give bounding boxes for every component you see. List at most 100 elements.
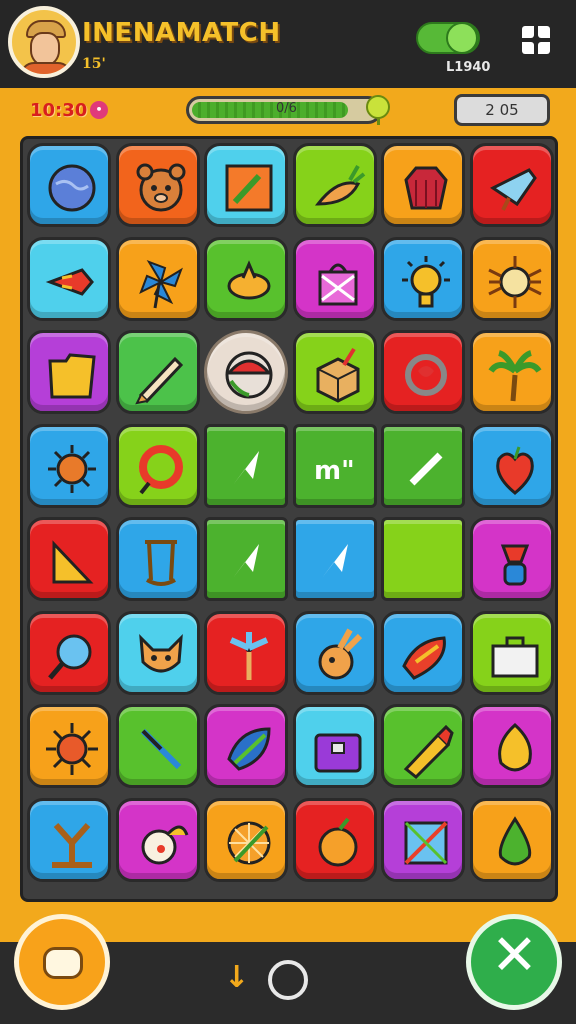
- tile-ring[interactable]: [381, 330, 465, 414]
- tile-clown[interactable]: [115, 797, 200, 882]
- heart-fruit-icon: [495, 446, 534, 495]
- tile-blue-crystal[interactable]: [469, 143, 554, 227]
- kite-icon: [404, 821, 448, 864]
- ring-icon[interactable]: [268, 960, 308, 1000]
- magnifier-icon: [48, 634, 92, 680]
- catapult-icon: [52, 822, 92, 868]
- tile-carrot[interactable]: [292, 143, 377, 227]
- avatar-face: [30, 32, 60, 66]
- green-drop-icon: [498, 815, 531, 865]
- tile-orange-slice[interactable]: [204, 797, 288, 882]
- tile-ball[interactable]: [204, 330, 288, 414]
- tile-magnifier[interactable]: [27, 610, 111, 695]
- apple-icon: [318, 817, 357, 866]
- chili-icon: [402, 635, 446, 680]
- sound-toggle[interactable]: [416, 22, 480, 54]
- ball-icon: [225, 351, 273, 399]
- arrow-c-icon: [321, 544, 348, 578]
- tile-text-tile[interactable]: m": [292, 423, 377, 508]
- coin-count: L1940: [446, 60, 491, 75]
- tile-lifebuoy[interactable]: [115, 423, 200, 508]
- gift-bag-icon: [318, 263, 357, 305]
- tile-green-drop[interactable]: [469, 797, 554, 882]
- tile-picture-frame[interactable]: [204, 143, 288, 227]
- orange-slice-icon: [227, 821, 271, 864]
- tile-sun-star[interactable]: [27, 704, 111, 788]
- tile-heart-fruit[interactable]: [469, 423, 554, 508]
- tile-chili[interactable]: [381, 610, 465, 695]
- tile-kite[interactable]: [381, 797, 465, 882]
- globe-icon: [48, 164, 96, 212]
- tile-folder[interactable]: [27, 330, 111, 414]
- sun-star-icon: [46, 723, 98, 775]
- lemon-icon: [497, 722, 532, 772]
- score-box: 2 05: [454, 94, 550, 126]
- slash-tile-icon: [409, 452, 443, 485]
- tile-pencil[interactable]: [115, 330, 200, 414]
- game-title: INENAMATCH: [82, 18, 281, 48]
- picture-frame-icon: [225, 164, 273, 212]
- menu-icon[interactable]: [516, 20, 556, 60]
- tile-sun-face[interactable]: [381, 236, 465, 321]
- tile-crayon[interactable]: [381, 704, 465, 788]
- tile-palm-tree[interactable]: [469, 330, 554, 414]
- tile-fox-face[interactable]: [115, 610, 200, 695]
- sun-badge-icon: [48, 444, 96, 493]
- tile-bunny[interactable]: [292, 610, 377, 695]
- crayon-icon: [403, 724, 454, 779]
- briefcase-icon: [491, 636, 538, 677]
- cheese-icon: [52, 540, 94, 584]
- fan-icon: [229, 631, 269, 680]
- close-button[interactable]: ✕: [466, 914, 562, 1010]
- svg-text:m": m": [314, 456, 355, 486]
- pinwheel-icon: [138, 259, 183, 308]
- tile-box[interactable]: [292, 330, 377, 414]
- tile-bug[interactable]: [469, 236, 554, 321]
- rocket-icon: [45, 267, 94, 296]
- red-gem-icon: [404, 166, 448, 210]
- blue-crystal-icon: [489, 168, 537, 211]
- tile-arrow-c[interactable]: [292, 517, 377, 601]
- tile-sun-badge[interactable]: [27, 423, 111, 508]
- game-board: m": [20, 136, 558, 902]
- ring-icon: [405, 354, 447, 396]
- tile-fan[interactable]: [204, 610, 288, 695]
- tile-red-gem[interactable]: [381, 143, 465, 227]
- tile-bird[interactable]: [204, 236, 288, 321]
- player-avatar[interactable]: [8, 6, 80, 78]
- swing-icon: [144, 540, 177, 586]
- tile-pinwheel[interactable]: [115, 236, 200, 321]
- bear-face-icon: [136, 163, 185, 212]
- tile-lamp[interactable]: [469, 517, 554, 601]
- tile-briefcase[interactable]: [469, 610, 554, 695]
- tile-bag[interactable]: [292, 704, 377, 788]
- tile-globe[interactable]: [27, 143, 111, 227]
- tile-arrow-b[interactable]: [204, 517, 288, 601]
- folder-icon: [48, 353, 96, 399]
- tile-arrow-a[interactable]: [204, 423, 288, 508]
- tile-lemon[interactable]: [469, 704, 554, 788]
- tile-bear-face[interactable]: [115, 143, 200, 227]
- down-arrow-icon[interactable]: ↓: [224, 960, 249, 995]
- tile-rocket[interactable]: [27, 236, 111, 321]
- tile-slash-tile[interactable]: [381, 423, 465, 508]
- palm-tree-icon: [488, 350, 541, 402]
- box-icon: [316, 347, 359, 403]
- tile-apple[interactable]: [292, 797, 377, 882]
- tile-sword[interactable]: [115, 704, 200, 788]
- text-tile-icon: m": [314, 456, 355, 486]
- sun-face-icon: [402, 255, 450, 307]
- tile-blank[interactable]: [381, 517, 465, 601]
- tile-catapult[interactable]: [27, 797, 111, 882]
- timer: 10:30: [30, 100, 88, 121]
- tile-swing[interactable]: [115, 517, 200, 601]
- lamp-icon: [500, 544, 529, 586]
- toggle-knob: [446, 22, 478, 54]
- chat-button[interactable]: [14, 914, 110, 1010]
- tile-cheese[interactable]: [27, 517, 111, 601]
- close-x-icon: ✕: [491, 923, 538, 988]
- tile-leaf-gem[interactable]: [204, 704, 288, 788]
- progress-fill: [192, 102, 348, 118]
- sword-icon: [140, 728, 181, 770]
- tile-gift-bag[interactable]: [292, 236, 377, 321]
